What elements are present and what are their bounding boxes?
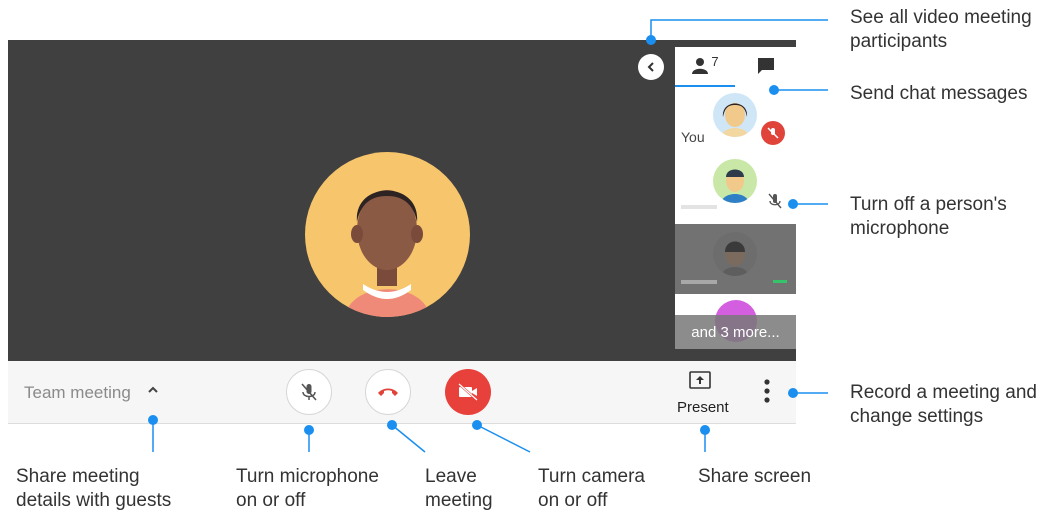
callout-dot — [387, 420, 397, 430]
callout-see-all-participants: See all video meeting participants — [850, 7, 1032, 52]
callout-leave-meeting: Leave meeting — [425, 466, 493, 511]
callout-dot — [304, 425, 314, 435]
callout-dot — [788, 199, 798, 209]
callout-share-details: Share meeting details with guests — [16, 466, 172, 511]
callout-camera: Turn camera on or off — [538, 466, 645, 511]
callout-mute-person: Turn off a person's microphone — [850, 194, 1007, 239]
callout-share-screen: Share screen — [698, 466, 812, 487]
callout-record-settings: Record a meeting and change settings — [850, 382, 1037, 427]
callout-dot — [646, 35, 656, 45]
callout-dot — [788, 388, 798, 398]
callout-dot — [700, 425, 710, 435]
callout-dot — [148, 415, 158, 425]
callout-lines — [152, 19, 828, 453]
callout-dot — [769, 85, 779, 95]
callout-dot — [472, 420, 482, 430]
callout-microphone: Turn microphone on or off — [236, 466, 379, 511]
callout-send-chat: Send chat messages — [850, 83, 1028, 104]
